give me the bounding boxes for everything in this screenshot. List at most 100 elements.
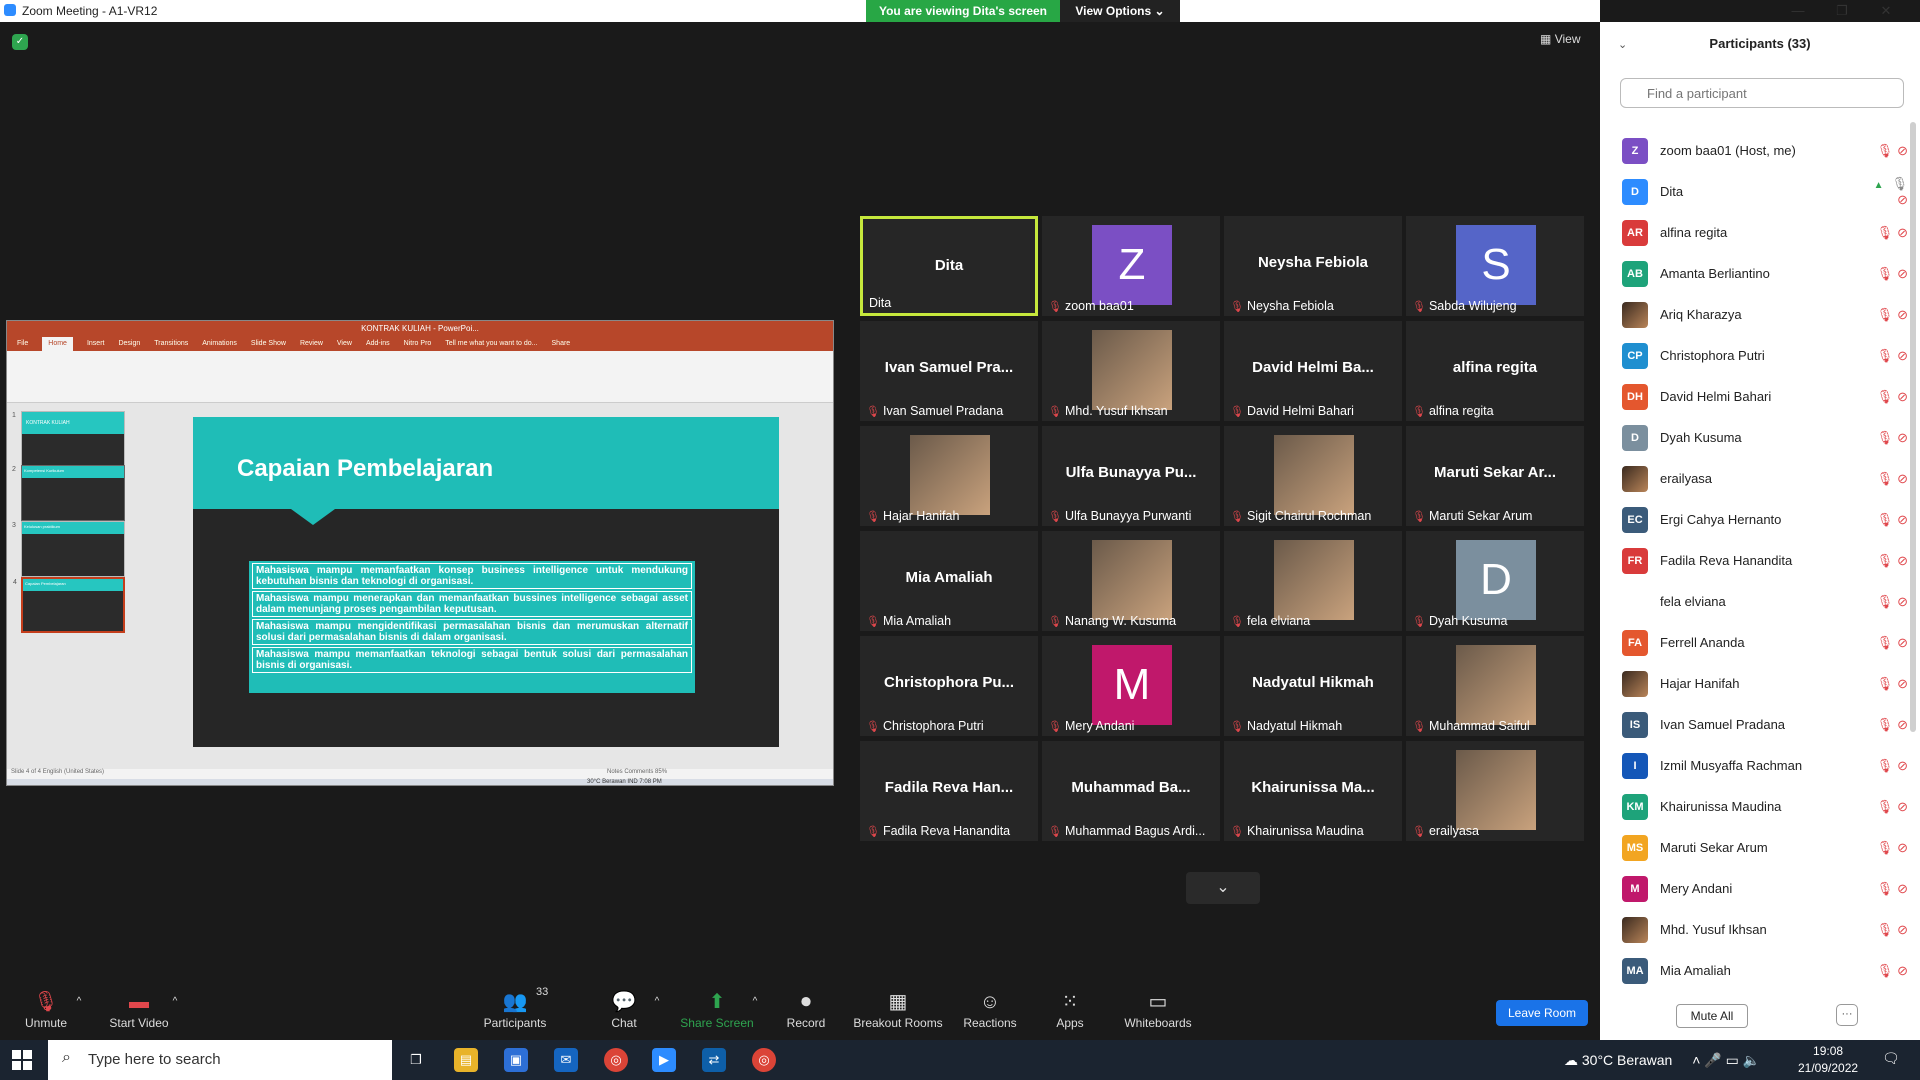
video-tile[interactable]: 🎙 Muhammad Saiful (1406, 636, 1584, 736)
video-options-caret[interactable]: ^ (168, 990, 182, 1040)
ppt-tell-me[interactable]: Tell me what you want to do... (445, 337, 537, 351)
weather-text[interactable]: 30°C Berawan (1582, 1052, 1672, 1068)
participant-row[interactable]: fela elviana 🎙⊘ (1622, 581, 1912, 622)
ppt-tab[interactable]: Nitro Pro (404, 337, 432, 351)
ppt-tab[interactable]: Home (42, 337, 73, 351)
video-tile[interactable]: Ulfa Bunayya Pu... 🎙 Ulfa Bunayya Purwanti (1042, 426, 1220, 526)
ppt-tab[interactable]: File (17, 337, 28, 351)
share-options-caret[interactable]: ^ (748, 990, 762, 1040)
video-tile[interactable]: D 🎙 Dyah Kusuma (1406, 531, 1584, 631)
notification-icon[interactable]: 🗨 (1882, 1050, 1900, 1067)
audio-options-caret[interactable]: ^ (72, 990, 86, 1040)
whiteboards-button[interactable]: ▭ Whiteboards (1120, 990, 1196, 1040)
zoom-taskbar-icon[interactable]: ▶ (652, 1048, 676, 1072)
taskbar-clock[interactable]: 19:08 21/09/2022 (1798, 1043, 1858, 1077)
participant-row[interactable]: D Dita ▲ 🎙⊘ (1622, 171, 1912, 212)
participant-row[interactable]: MS Maruti Sekar Arum 🎙⊘ (1622, 827, 1912, 868)
participant-row[interactable]: FA Ferrell Ananda 🎙⊘ (1622, 622, 1912, 663)
ppt-tab[interactable]: Transitions (154, 337, 188, 351)
video-tile[interactable]: David Helmi Ba... 🎙 David Helmi Bahari (1224, 321, 1402, 421)
reactions-button[interactable]: ☺ Reactions (960, 990, 1020, 1040)
unmute-button[interactable]: 🎙 Unmute (16, 990, 76, 1040)
mute-all-button[interactable]: Mute All (1676, 1004, 1748, 1028)
slide-canvas[interactable]: Capaian Pembelajaran Mahasiswa mampu mem… (193, 417, 779, 747)
windows-start-icon[interactable] (12, 1050, 32, 1070)
ppt-tab[interactable]: Animations (202, 337, 237, 351)
view-options-button[interactable]: View Options ⌄ (1060, 0, 1180, 22)
video-tile[interactable]: Muhammad Ba... 🎙 Muhammad Bagus Ardi... (1042, 741, 1220, 841)
ppt-tab[interactable]: Insert (87, 337, 105, 351)
minimize-button[interactable]: — (1776, 0, 1820, 22)
store-icon[interactable]: ▣ (504, 1048, 528, 1072)
participant-row[interactable]: AR alfina regita 🎙⊘ (1622, 212, 1912, 253)
participant-row[interactable]: Ariq Kharazya 🎙⊘ (1622, 294, 1912, 335)
video-tile[interactable]: Fadila Reva Han... 🎙 Fadila Reva Hanandita (860, 741, 1038, 841)
participant-row[interactable]: MA Mia Amaliah 🎙⊘ (1622, 950, 1912, 991)
participant-row[interactable]: Hajar Hanifah 🎙⊘ (1622, 663, 1912, 704)
video-tile[interactable]: Z 🎙 zoom baa01 (1042, 216, 1220, 316)
video-tile[interactable]: S 🎙 Sabda Wilujeng (1406, 216, 1584, 316)
participant-row[interactable]: FR Fadila Reva Hanandita 🎙⊘ (1622, 540, 1912, 581)
more-options-button[interactable]: ··· (1836, 1004, 1858, 1026)
ppt-share[interactable]: Share (552, 337, 571, 351)
video-tile[interactable]: Ivan Samuel Pra... 🎙 Ivan Samuel Pradana (860, 321, 1038, 421)
close-button[interactable]: ✕ (1864, 0, 1908, 22)
file-explorer-icon[interactable]: ▤ (454, 1048, 478, 1072)
share-screen-button[interactable]: ⬆ Share Screen (680, 990, 754, 1040)
leave-room-button[interactable]: Leave Room (1496, 1000, 1588, 1026)
participant-row[interactable]: Zzoom baa01 (Host, me) 🎙⊘ (1622, 130, 1912, 171)
chat-button[interactable]: 💬 Chat (606, 990, 642, 1040)
mail-icon[interactable]: ✉ (554, 1048, 578, 1072)
ppt-tab[interactable]: Add-ins (366, 337, 390, 351)
video-tile[interactable]: Dita Dita (860, 216, 1038, 316)
participant-row[interactable]: I Izmil Musyaffa Rachman 🎙⊘ (1622, 745, 1912, 786)
shared-screen[interactable]: KONTRAK KULIAH - PowerPoi... File Home I… (6, 320, 834, 786)
next-page-chevron-icon[interactable]: ⌄ (1186, 872, 1260, 904)
teamviewer-icon[interactable]: ⇄ (702, 1048, 726, 1072)
ppt-tab[interactable]: Review (300, 337, 323, 351)
video-tile[interactable]: alfina regita 🎙 alfina regita (1406, 321, 1584, 421)
apps-button[interactable]: ⁙ Apps (1052, 990, 1088, 1040)
chrome-icon[interactable]: ◎ (604, 1048, 628, 1072)
video-tile[interactable]: 🎙 Mhd. Yusuf Ikhsan (1042, 321, 1220, 421)
ppt-tab[interactable]: Design (118, 337, 140, 351)
slide-thumbnail[interactable]: 1 KONTRAK KULIAH (12, 411, 125, 467)
participant-row[interactable]: D Dyah Kusuma 🎙⊘ (1622, 417, 1912, 458)
participant-row[interactable]: EC Ergi Cahya Hernanto 🎙⊘ (1622, 499, 1912, 540)
participant-row[interactable]: AB Amanta Berliantino 🎙⊘ (1622, 253, 1912, 294)
shield-icon[interactable]: ✓ (12, 34, 28, 50)
video-tile[interactable]: Maruti Sekar Ar... 🎙 Maruti Sekar Arum (1406, 426, 1584, 526)
slide-thumbnail[interactable]: 3 Kelulusan praktikum (12, 521, 125, 577)
participant-list-scrollbar[interactable] (1910, 122, 1916, 732)
video-tile[interactable]: Neysha Febiola 🎙 Neysha Febiola (1224, 216, 1402, 316)
video-tile[interactable]: 🎙 erailyasa (1406, 741, 1584, 841)
video-tile[interactable]: 🎙 Sigit Chairul Rochman (1224, 426, 1402, 526)
breakout-rooms-button[interactable]: ▦ Breakout Rooms (852, 990, 944, 1040)
taskbar-search-box[interactable]: Type here to search (48, 1040, 392, 1080)
ppt-tab[interactable]: View (337, 337, 352, 351)
video-tile[interactable]: Christophora Pu... 🎙 Christophora Putri (860, 636, 1038, 736)
chat-options-caret[interactable]: ^ (650, 990, 664, 1040)
participant-row[interactable]: erailyasa 🎙⊘ (1622, 458, 1912, 499)
chrome-profile-icon[interactable]: ◎ (752, 1048, 776, 1072)
tray-icons[interactable]: ˄ 🎤 ▭ 🔈 (1692, 1052, 1760, 1068)
slide-thumbnail[interactable]: 2 Kompetensi Kurikulum (12, 465, 125, 521)
task-view-icon[interactable]: ❐ (404, 1048, 428, 1072)
participant-row[interactable]: KM Khairunissa Maudina 🎙⊘ (1622, 786, 1912, 827)
video-tile[interactable]: 🎙 fela elviana (1224, 531, 1402, 631)
video-tile[interactable]: Mia Amaliah 🎙 Mia Amaliah (860, 531, 1038, 631)
slide-thumbnail-selected[interactable]: 4 Capaian Pembelajaran (13, 577, 125, 633)
participant-row[interactable]: CP Christophora Putri 🎙⊘ (1622, 335, 1912, 376)
participant-row[interactable]: M Mery Andani 🎙⊘ (1622, 868, 1912, 909)
video-tile[interactable]: M 🎙 Mery Andani (1042, 636, 1220, 736)
ppt-tab[interactable]: Slide Show (251, 337, 286, 351)
view-button[interactable]: ▦ View (1540, 32, 1580, 46)
video-tile[interactable]: 🎙 Hajar Hanifah (860, 426, 1038, 526)
record-button[interactable]: ⏺ Record (784, 990, 828, 1040)
start-video-button[interactable]: ▬ Start Video (104, 990, 174, 1040)
find-participant-input[interactable] (1620, 78, 1904, 108)
participant-row[interactable]: DH David Helmi Bahari 🎙⊘ (1622, 376, 1912, 417)
participant-row[interactable]: IS Ivan Samuel Pradana 🎙⊘ (1622, 704, 1912, 745)
video-tile[interactable]: 🎙 Nanang W. Kusuma (1042, 531, 1220, 631)
restore-button[interactable]: ❐ (1820, 0, 1864, 22)
